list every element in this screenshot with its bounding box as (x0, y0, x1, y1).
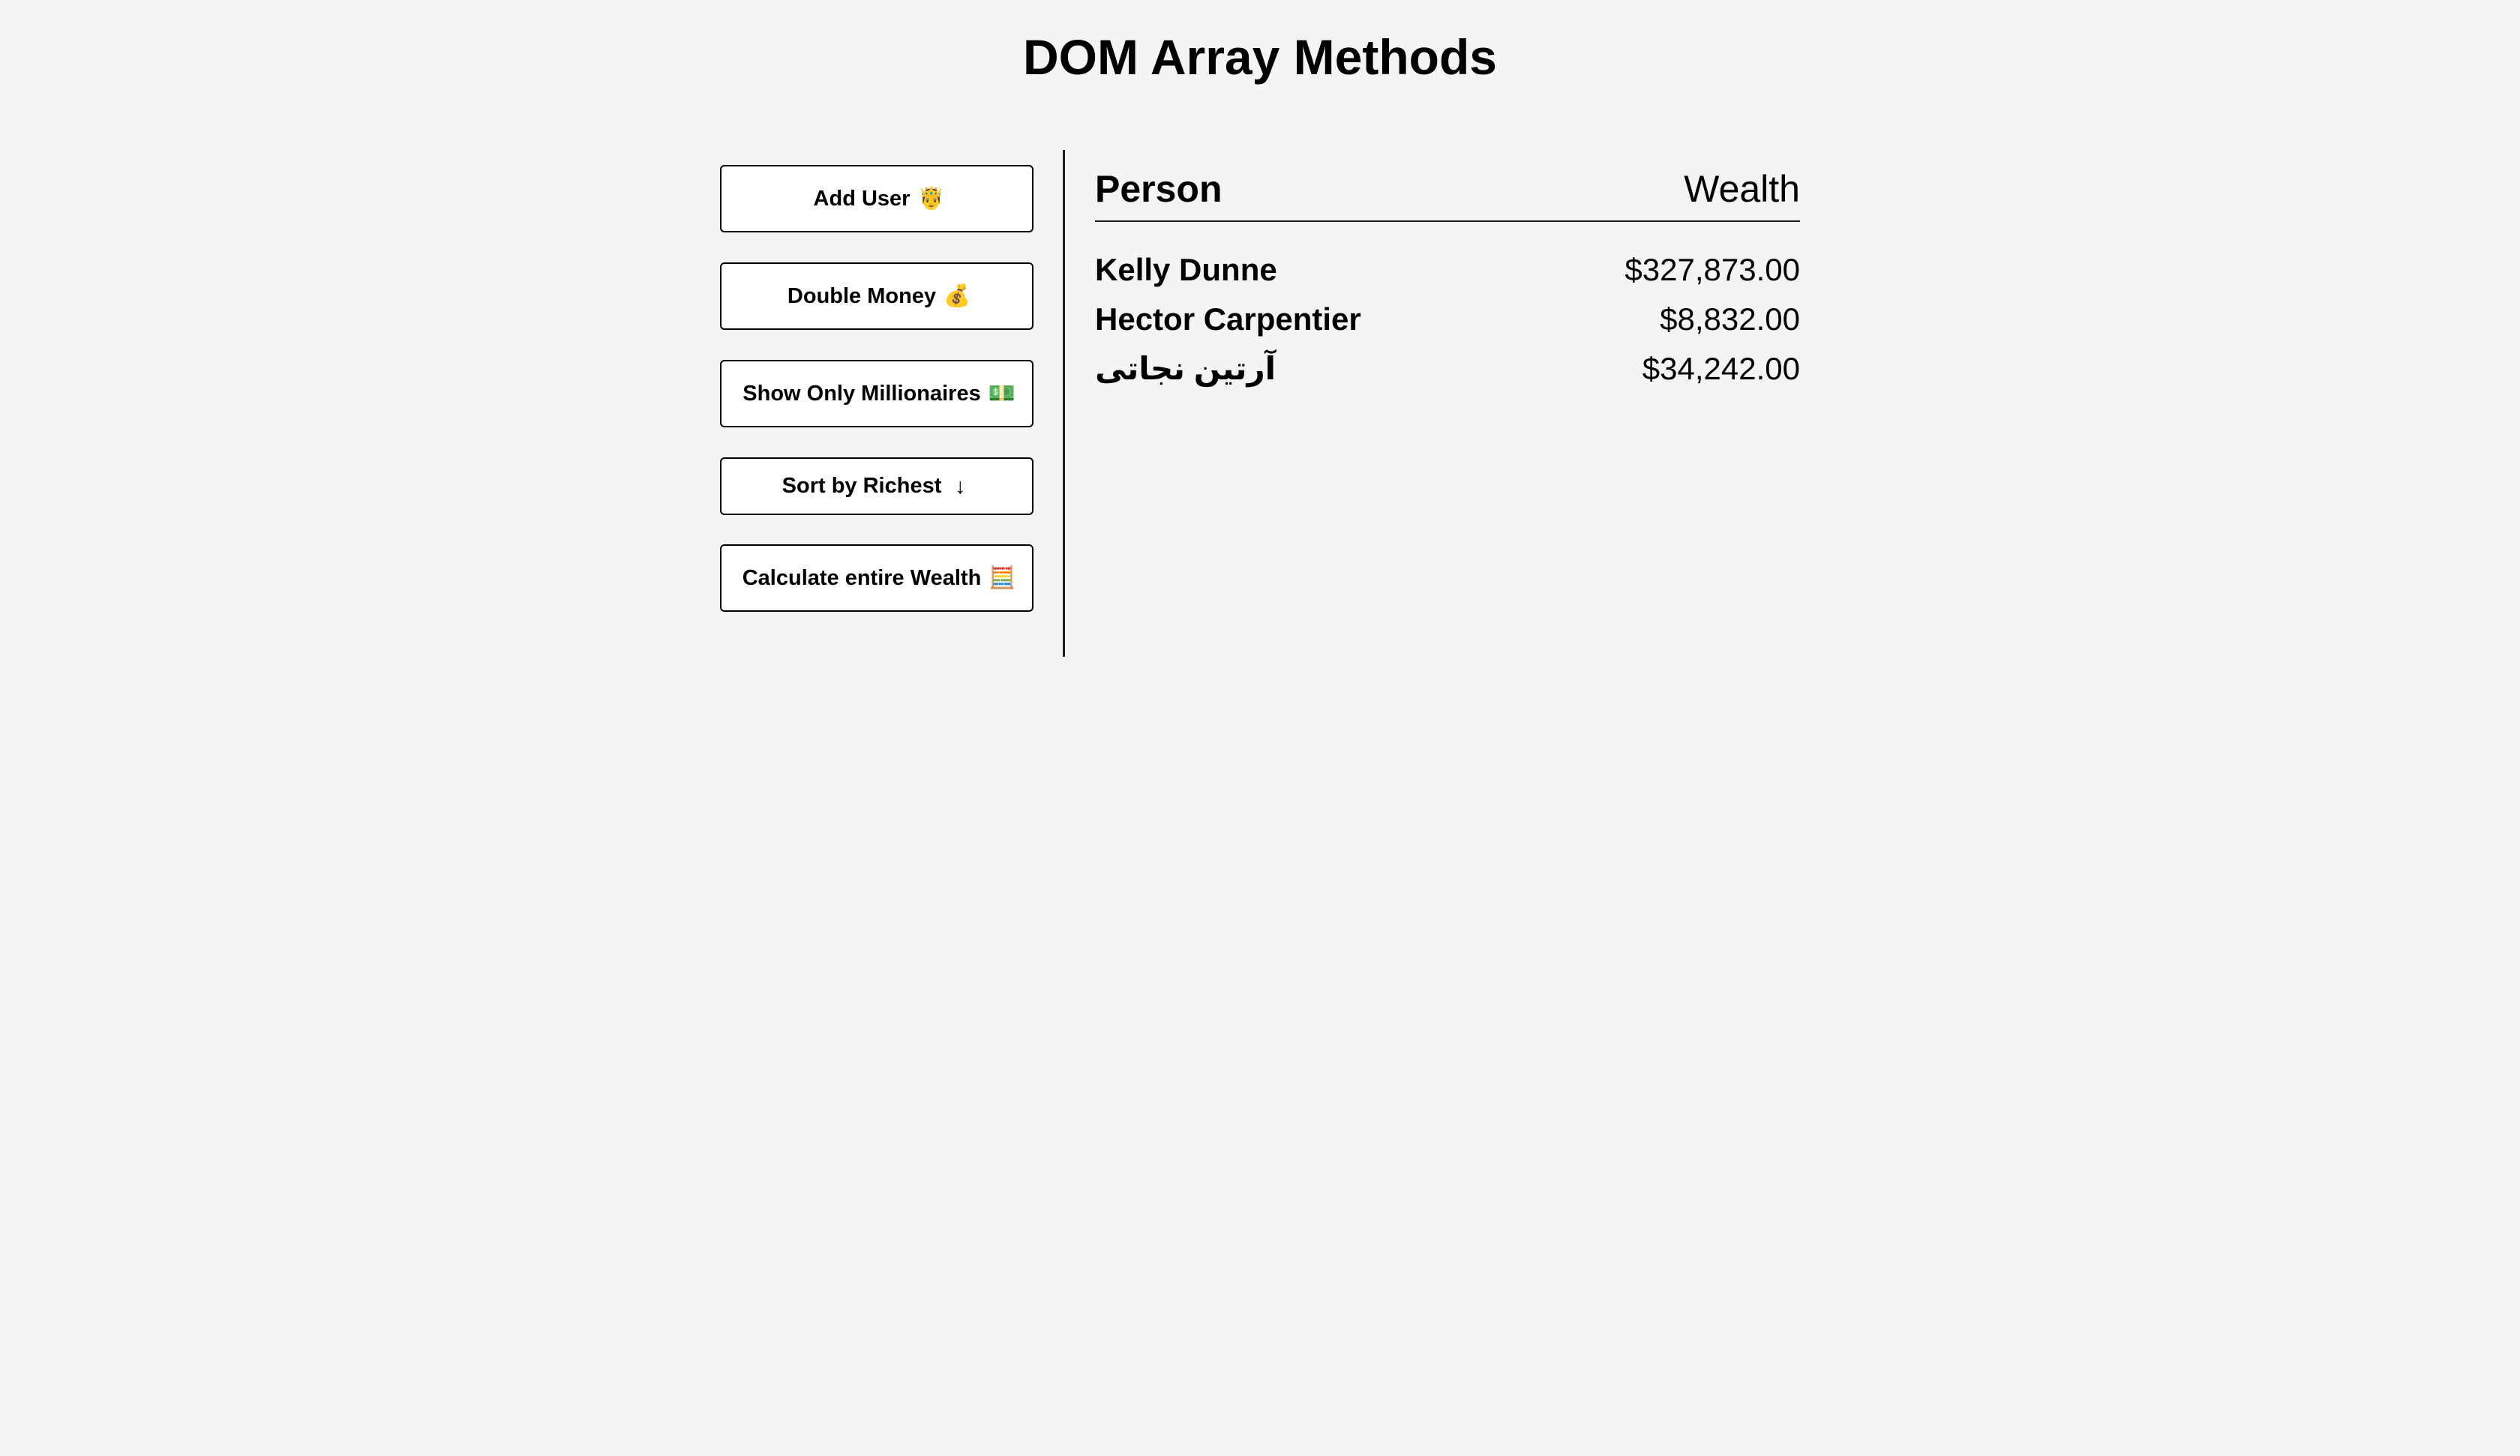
app-layout: Add User 🤴 Double Money 💰 Show Only Mill… (720, 150, 1800, 657)
show-millionaires-label: Show Only Millionaires (742, 381, 981, 406)
person-wealth: $8,832.00 (1660, 301, 1800, 337)
page-title: DOM Array Methods (1023, 29, 1497, 85)
calculate-wealth-label: Calculate entire Wealth (742, 565, 982, 590)
person-column-header: Person (1095, 168, 1222, 210)
wealth-column-header: Wealth (1684, 168, 1800, 210)
show-millionaires-button[interactable]: Show Only Millionaires 💵 (720, 360, 1034, 427)
double-money-label: Double Money (787, 283, 937, 308)
arrow-down-icon: ↓ (955, 474, 966, 499)
controls-panel: Add User 🤴 Double Money 💰 Show Only Mill… (720, 150, 1035, 657)
person-icon: 🤴 (917, 187, 945, 211)
money-bag-icon: 💰 (944, 284, 971, 308)
table-row: Hector Carpentier $8,832.00 (1095, 297, 1800, 342)
vertical-divider (1063, 150, 1065, 657)
table-header: Person Wealth (1095, 159, 1800, 222)
banknote-icon: 💵 (988, 382, 1016, 406)
table-row: Kelly Dunne $327,873.00 (1095, 247, 1800, 292)
abacus-icon: 🧮 (988, 566, 1016, 590)
person-name: آرتین نجاتی (1095, 351, 1276, 386)
table-row: آرتین نجاتی $34,242.00 (1095, 346, 1800, 391)
person-wealth: $327,873.00 (1624, 252, 1800, 287)
calculate-wealth-button[interactable]: Calculate entire Wealth 🧮 (720, 544, 1034, 612)
add-user-label: Add User (813, 186, 910, 211)
sort-by-richest-label: Sort by Richest (782, 474, 942, 498)
add-user-button[interactable]: Add User 🤴 (720, 165, 1034, 232)
person-name: Kelly Dunne (1095, 252, 1277, 287)
person-wealth: $34,242.00 (1642, 351, 1800, 386)
double-money-button[interactable]: Double Money 💰 (720, 262, 1034, 330)
person-name: Hector Carpentier (1095, 301, 1361, 337)
sort-by-richest-button[interactable]: Sort by Richest ↓ (720, 457, 1034, 515)
